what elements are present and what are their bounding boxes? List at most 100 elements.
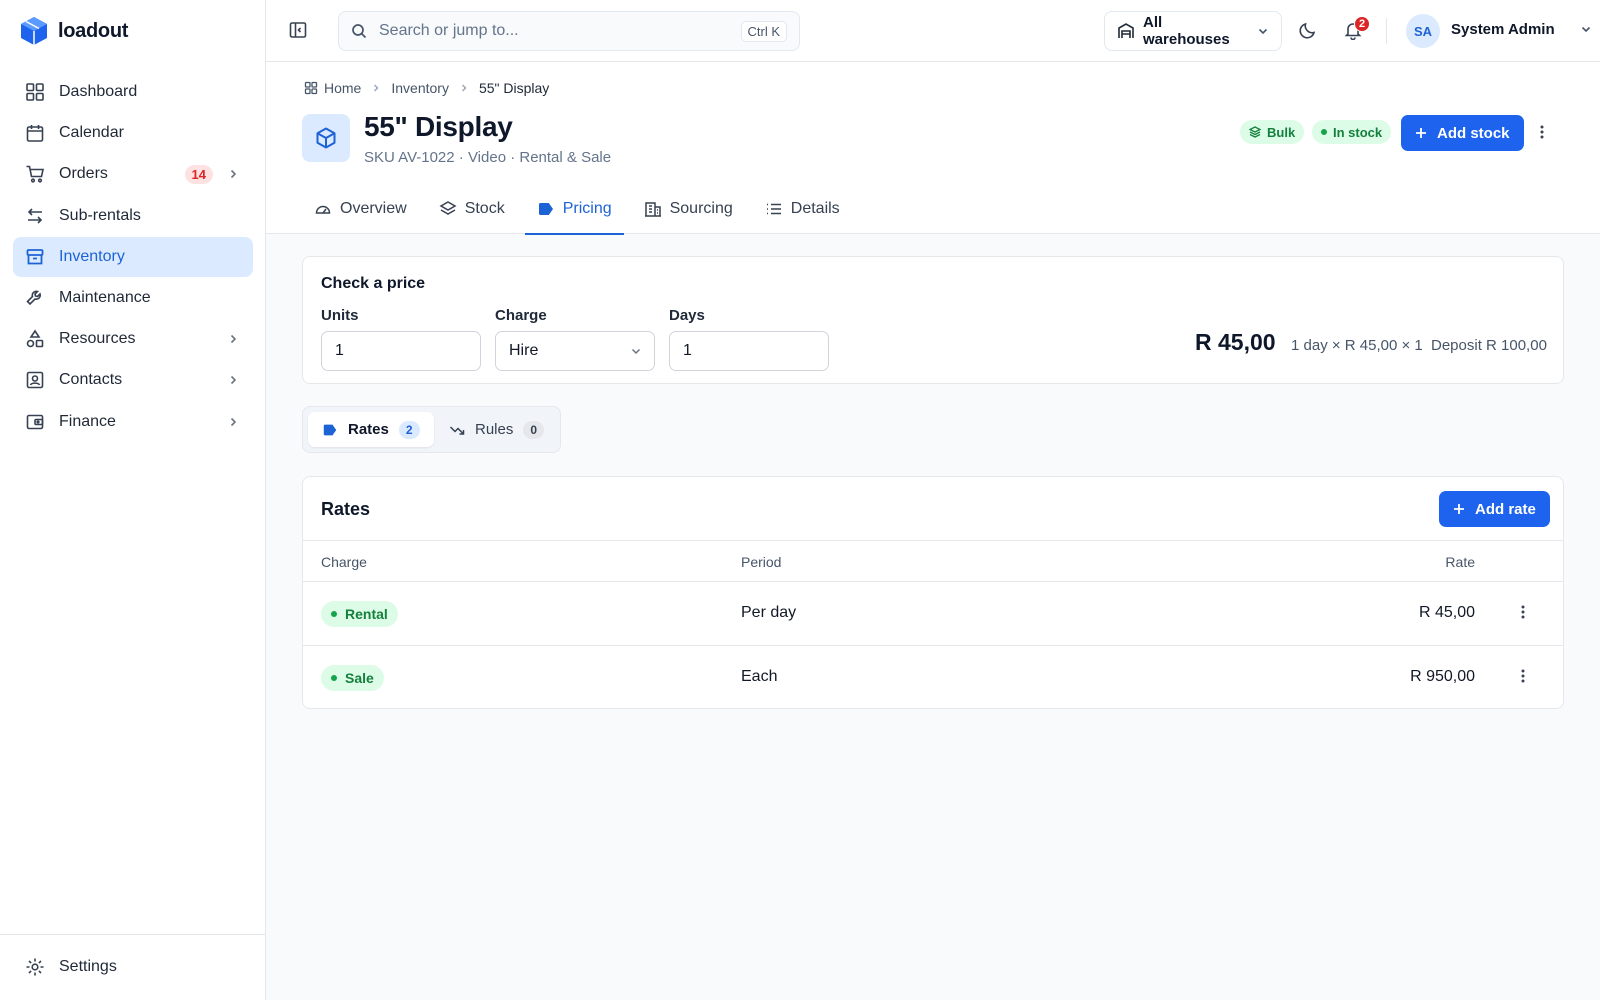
add-stock-button[interactable]: Add stock bbox=[1401, 115, 1524, 151]
table-row[interactable]: Sale Each R 950,00 bbox=[303, 646, 1563, 710]
charge-badge-label: Rental bbox=[345, 606, 388, 622]
search-icon bbox=[351, 23, 367, 39]
warehouse-select[interactable]: All warehouses bbox=[1104, 11, 1282, 51]
wrench-icon bbox=[25, 288, 45, 308]
tag-icon bbox=[322, 422, 338, 438]
bulk-badge-label: Bulk bbox=[1267, 124, 1296, 140]
days-value: 1 bbox=[683, 342, 692, 359]
segment-label: Rates bbox=[348, 421, 389, 438]
tab-label: Details bbox=[790, 200, 840, 217]
chevron-down-icon[interactable] bbox=[1580, 23, 1592, 35]
charge-badge-label: Sale bbox=[345, 670, 374, 686]
sidebar-item-label: Settings bbox=[59, 958, 117, 975]
tab-label: Overview bbox=[340, 200, 407, 217]
column-header-charge[interactable]: Charge bbox=[321, 554, 367, 570]
grid-icon bbox=[25, 82, 45, 102]
layers-icon bbox=[1249, 126, 1261, 138]
sidebar-item-resources[interactable]: Resources bbox=[13, 319, 253, 359]
sidebar-item-sub-rentals[interactable]: Sub-rentals bbox=[13, 196, 253, 236]
chevron-right-icon bbox=[371, 83, 381, 93]
user-name[interactable]: System Admin bbox=[1451, 21, 1555, 38]
list-icon bbox=[765, 200, 783, 218]
brand-name: loadout bbox=[58, 19, 129, 42]
layers-icon bbox=[439, 200, 457, 218]
chevron-right-icon bbox=[459, 83, 469, 93]
tab-details[interactable]: Details bbox=[753, 184, 852, 234]
charge-label: Charge bbox=[495, 307, 547, 324]
product-tabs: Overview Stock Pricing Sourcing Details bbox=[302, 184, 860, 235]
days-field[interactable]: 1 bbox=[669, 331, 829, 371]
sidebar: loadout Dashboard Calendar Orders 14 Sub… bbox=[0, 0, 266, 1000]
more-vertical-icon[interactable] bbox=[1521, 668, 1525, 684]
add-rate-button[interactable]: Add rate bbox=[1439, 491, 1550, 527]
sidebar-item-label: Orders bbox=[59, 165, 108, 183]
box-archive-icon bbox=[25, 247, 45, 267]
home-grid-icon bbox=[304, 81, 318, 95]
sidebar-item-maintenance[interactable]: Maintenance bbox=[13, 278, 253, 318]
tab-sourcing[interactable]: Sourcing bbox=[632, 184, 745, 234]
sidebar-item-finance[interactable]: Finance bbox=[13, 402, 253, 442]
sidebar-toggle-icon[interactable] bbox=[288, 20, 308, 40]
units-label: Units bbox=[321, 307, 359, 324]
segment-count: 0 bbox=[523, 420, 545, 439]
sidebar-item-dashboard[interactable]: Dashboard bbox=[13, 72, 253, 112]
status-dot bbox=[331, 675, 337, 681]
tab-label: Sourcing bbox=[669, 200, 733, 217]
sidebar-item-calendar[interactable]: Calendar bbox=[13, 113, 253, 153]
building-icon bbox=[644, 200, 662, 218]
product-header: Home Inventory 55" Display 55" Display S… bbox=[266, 62, 1600, 235]
sidebar-item-label: Dashboard bbox=[59, 83, 138, 100]
arrows-exchange-icon bbox=[25, 206, 45, 226]
tab-label: Stock bbox=[464, 200, 505, 217]
breadcrumb-home[interactable]: Home bbox=[324, 80, 361, 96]
column-header-rate[interactable]: Rate bbox=[1445, 554, 1475, 570]
price-deposit: Deposit R 100,00 bbox=[1431, 337, 1547, 354]
logo-cube-icon bbox=[20, 16, 48, 46]
sidebar-item-orders[interactable]: Orders 14 bbox=[13, 154, 253, 194]
calendar-icon bbox=[25, 123, 45, 143]
segment-rates[interactable]: Rates 2 bbox=[308, 412, 434, 447]
tab-label: Pricing bbox=[562, 200, 612, 217]
tab-stock[interactable]: Stock bbox=[427, 184, 517, 234]
sidebar-item-contacts[interactable]: Contacts bbox=[13, 360, 253, 400]
search-input[interactable]: Search or jump to... Ctrl K bbox=[338, 11, 800, 51]
sidebar-item-inventory[interactable]: Inventory bbox=[13, 236, 253, 277]
topbar: Search or jump to... Ctrl K All warehous… bbox=[266, 0, 1600, 62]
chevron-right-icon bbox=[227, 416, 239, 428]
charge-select[interactable]: Hire bbox=[495, 331, 655, 371]
table-row[interactable]: Rental Per day R 45,00 bbox=[303, 582, 1563, 646]
search-placeholder: Search or jump to... bbox=[379, 22, 519, 39]
card-title: Rates bbox=[321, 499, 371, 519]
sidebar-item-label: Contacts bbox=[59, 371, 123, 389]
sidebar-footer: Settings bbox=[0, 934, 265, 1000]
table-header: Charge Period Rate bbox=[303, 540, 1563, 582]
more-vertical-icon[interactable] bbox=[1540, 124, 1544, 140]
gear-icon bbox=[25, 957, 45, 977]
cart-icon bbox=[25, 164, 45, 184]
segment-rules[interactable]: Rules 0 bbox=[435, 412, 558, 447]
wallet-icon bbox=[25, 412, 45, 432]
chevron-right-icon bbox=[227, 168, 239, 180]
rates-card: Rates Add rate Charge Period Rate Rental… bbox=[302, 476, 1564, 709]
tab-pricing[interactable]: Pricing bbox=[524, 184, 624, 235]
sidebar-item-settings[interactable]: Settings bbox=[13, 947, 253, 987]
notification-count-badge: 2 bbox=[1354, 16, 1370, 32]
price-total: R 45,00 bbox=[1195, 329, 1276, 355]
charge-value: Hire bbox=[509, 342, 539, 359]
column-header-period[interactable]: Period bbox=[741, 554, 781, 570]
breadcrumb-inventory[interactable]: Inventory bbox=[391, 80, 449, 96]
units-field[interactable]: 1 bbox=[321, 331, 481, 371]
chevron-down-icon bbox=[630, 345, 642, 357]
units-value: 1 bbox=[335, 342, 344, 359]
add-rate-label: Add rate bbox=[1475, 500, 1536, 518]
brand[interactable]: loadout bbox=[20, 16, 128, 46]
cell-rate: R 45,00 bbox=[1418, 604, 1475, 621]
segment-count: 2 bbox=[398, 420, 420, 439]
warehouse-value: All warehouses bbox=[1143, 14, 1230, 48]
card-title: Check a price bbox=[321, 275, 426, 292]
tab-overview[interactable]: Overview bbox=[302, 184, 419, 234]
moon-icon[interactable] bbox=[1298, 20, 1318, 40]
avatar[interactable]: SA bbox=[1406, 14, 1440, 48]
more-vertical-icon[interactable] bbox=[1521, 604, 1525, 620]
charge-badge: Rental bbox=[321, 601, 398, 627]
